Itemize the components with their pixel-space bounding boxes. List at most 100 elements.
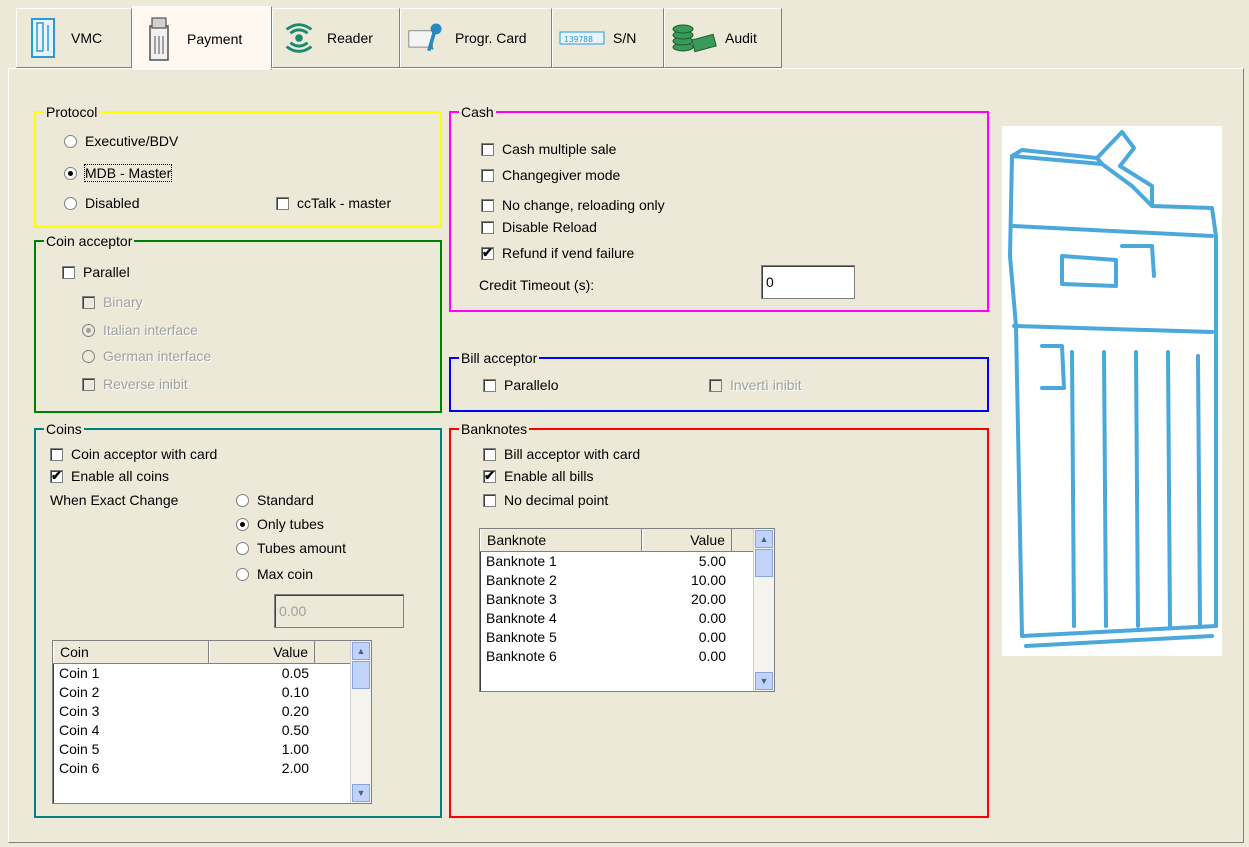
banknote-name-cell: Banknote 1 [486, 553, 557, 569]
coins-col-value[interactable]: Value [209, 641, 315, 663]
bill-acceptor-title: Bill acceptor [459, 349, 540, 367]
scroll-up-icon[interactable]: ▲ [352, 642, 370, 660]
banknote-value-cell: 5.00 [698, 553, 726, 569]
coin-name-cell: Coin 4 [59, 722, 100, 738]
vending-machine-icon [1008, 130, 1218, 648]
checkbox-cash-multiple-box[interactable] [481, 142, 494, 156]
coins-list[interactable]: Coin Value Coin 1 0.05 Coin 2 0.10 Coin 3 0.2… [52, 640, 372, 804]
checkbox-coin-with-card-box[interactable] [50, 447, 63, 461]
radio-mdb-master-button[interactable] [64, 166, 77, 180]
banknotes-scrollbar[interactable]: ▲ ▼ [753, 529, 774, 691]
tab-reader[interactable]: Reader [272, 8, 400, 68]
list-item[interactable]: Coin 4 0.50 [53, 721, 371, 740]
checkbox-invertit-label: Invertì inibit [730, 377, 802, 393]
checkbox-bill-with-card[interactable]: Bill acceptor with card [483, 446, 640, 462]
banknotes-title: Banknotes [459, 420, 530, 438]
checkbox-disable-reload-label: Disable Reload [502, 219, 597, 235]
radio-max-coin[interactable]: Max coin [236, 566, 313, 582]
checkbox-enable-all-bills[interactable]: Enable all bills [483, 468, 594, 484]
coin-acceptor-group: Coin acceptor Parallel Binary Italian in… [34, 232, 442, 413]
list-item[interactable]: Banknote 5 0.00 [480, 628, 774, 647]
checkbox-refund-box[interactable] [481, 245, 494, 261]
list-item[interactable]: Banknote 6 0.00 [480, 647, 774, 666]
radio-standard[interactable]: Standard [236, 492, 314, 508]
coins-scrollbar[interactable]: ▲ ▼ [350, 641, 371, 803]
checkbox-refund[interactable]: Refund if vend failure [481, 245, 634, 261]
radio-max-coin-button[interactable] [236, 567, 249, 581]
checkbox-changegiver-box[interactable] [481, 168, 494, 182]
checkbox-cctalk[interactable]: ccTalk - master [276, 195, 391, 211]
scroll-down-icon[interactable]: ▼ [352, 784, 370, 802]
tab-sn[interactable]: 139788 S/N [552, 8, 664, 68]
checkbox-parallel-label: Parallel [83, 264, 130, 280]
radio-mdb-master[interactable]: MDB - Master [64, 164, 173, 182]
coins-col-coin[interactable]: Coin [53, 641, 209, 663]
checkbox-bill-with-card-box[interactable] [483, 447, 496, 461]
scroll-thumb[interactable] [755, 549, 773, 577]
checkbox-invertit-box[interactable] [709, 378, 722, 392]
tab-progr-card-label: Progr. Card [455, 30, 527, 46]
tab-progr-card[interactable]: Progr. Card [400, 8, 552, 68]
checkbox-no-decimal[interactable]: No decimal point [483, 492, 608, 508]
list-item[interactable]: Banknote 1 5.00 [480, 552, 774, 571]
checkbox-parallel[interactable]: Parallel [62, 264, 130, 280]
coin-value-cell: 1.00 [281, 741, 309, 757]
key-card-icon [407, 17, 447, 59]
checkbox-no-change[interactable]: No change, reloading only [481, 197, 665, 213]
radio-tubes-amount-button[interactable] [236, 541, 249, 555]
bill-acceptor-group: Bill acceptor Parallelo Invertì inibit [449, 349, 989, 412]
radio-disabled-button[interactable] [64, 196, 77, 210]
radio-italian[interactable]: Italian interface [82, 322, 198, 338]
checkbox-binary[interactable]: Binary [82, 294, 143, 310]
banknotes-list[interactable]: Banknote Value Banknote 1 5.00 Banknote 2 1… [479, 528, 775, 692]
radio-standard-button[interactable] [236, 493, 249, 507]
checkbox-parallelo-box[interactable] [483, 378, 496, 392]
radio-executive-button[interactable] [64, 134, 77, 148]
checkbox-invertit[interactable]: Invertì inibit [709, 377, 802, 393]
radio-disabled[interactable]: Disabled [64, 195, 139, 211]
checkbox-binary-box[interactable] [82, 295, 95, 309]
tab-payment[interactable]: Payment [132, 6, 272, 70]
list-item[interactable]: Coin 3 0.20 [53, 702, 371, 721]
checkbox-enable-all-bills-box[interactable] [483, 468, 496, 484]
checkbox-changegiver[interactable]: Changegiver mode [481, 167, 620, 183]
scroll-down-icon[interactable]: ▼ [755, 672, 773, 690]
checkbox-enable-all-coins-box[interactable] [50, 468, 63, 484]
checkbox-enable-all-coins[interactable]: Enable all coins [50, 468, 169, 484]
max-coin-input[interactable] [274, 594, 404, 628]
radio-only-tubes-button[interactable] [236, 517, 249, 531]
checkbox-disable-reload[interactable]: Disable Reload [481, 219, 597, 235]
radio-italian-button[interactable] [82, 323, 95, 337]
tab-audit[interactable]: Audit [664, 8, 782, 68]
checkbox-no-change-box[interactable] [481, 198, 494, 212]
list-item[interactable]: Banknote 3 20.00 [480, 590, 774, 609]
checkbox-cctalk-label: ccTalk - master [297, 195, 392, 211]
scroll-thumb[interactable] [352, 661, 370, 689]
radio-only-tubes[interactable]: Only tubes [236, 516, 324, 532]
credit-timeout-input[interactable] [761, 265, 855, 299]
list-item[interactable]: Coin 6 2.00 [53, 759, 371, 778]
list-item[interactable]: Coin 5 1.00 [53, 740, 371, 759]
banknotes-col-value[interactable]: Value [642, 529, 732, 551]
tab-vmc[interactable]: VMC [16, 8, 132, 68]
list-item[interactable]: Coin 1 0.05 [53, 664, 371, 683]
radio-executive[interactable]: Executive/BDV [64, 133, 178, 149]
checkbox-parallel-box[interactable] [62, 265, 75, 279]
banknote-value-cell: 0.00 [698, 610, 726, 626]
radio-tubes-amount[interactable]: Tubes amount [236, 540, 346, 556]
radio-german[interactable]: German interface [82, 348, 211, 364]
checkbox-coin-with-card[interactable]: Coin acceptor with card [50, 446, 217, 462]
list-item[interactable]: Banknote 4 0.00 [480, 609, 774, 628]
checkbox-disable-reload-box[interactable] [481, 220, 494, 234]
list-item[interactable]: Banknote 2 10.00 [480, 571, 774, 590]
list-item[interactable]: Coin 2 0.10 [53, 683, 371, 702]
checkbox-no-decimal-box[interactable] [483, 493, 496, 507]
checkbox-cash-multiple[interactable]: Cash multiple sale [481, 141, 616, 157]
radio-german-button[interactable] [82, 349, 95, 363]
scroll-up-icon[interactable]: ▲ [755, 530, 773, 548]
checkbox-reverse[interactable]: Reverse inibit [82, 376, 188, 392]
checkbox-reverse-box[interactable] [82, 377, 95, 391]
checkbox-parallelo[interactable]: Parallelo [483, 377, 558, 393]
checkbox-cctalk-box[interactable] [276, 196, 289, 210]
banknotes-col-banknote[interactable]: Banknote [480, 529, 642, 551]
